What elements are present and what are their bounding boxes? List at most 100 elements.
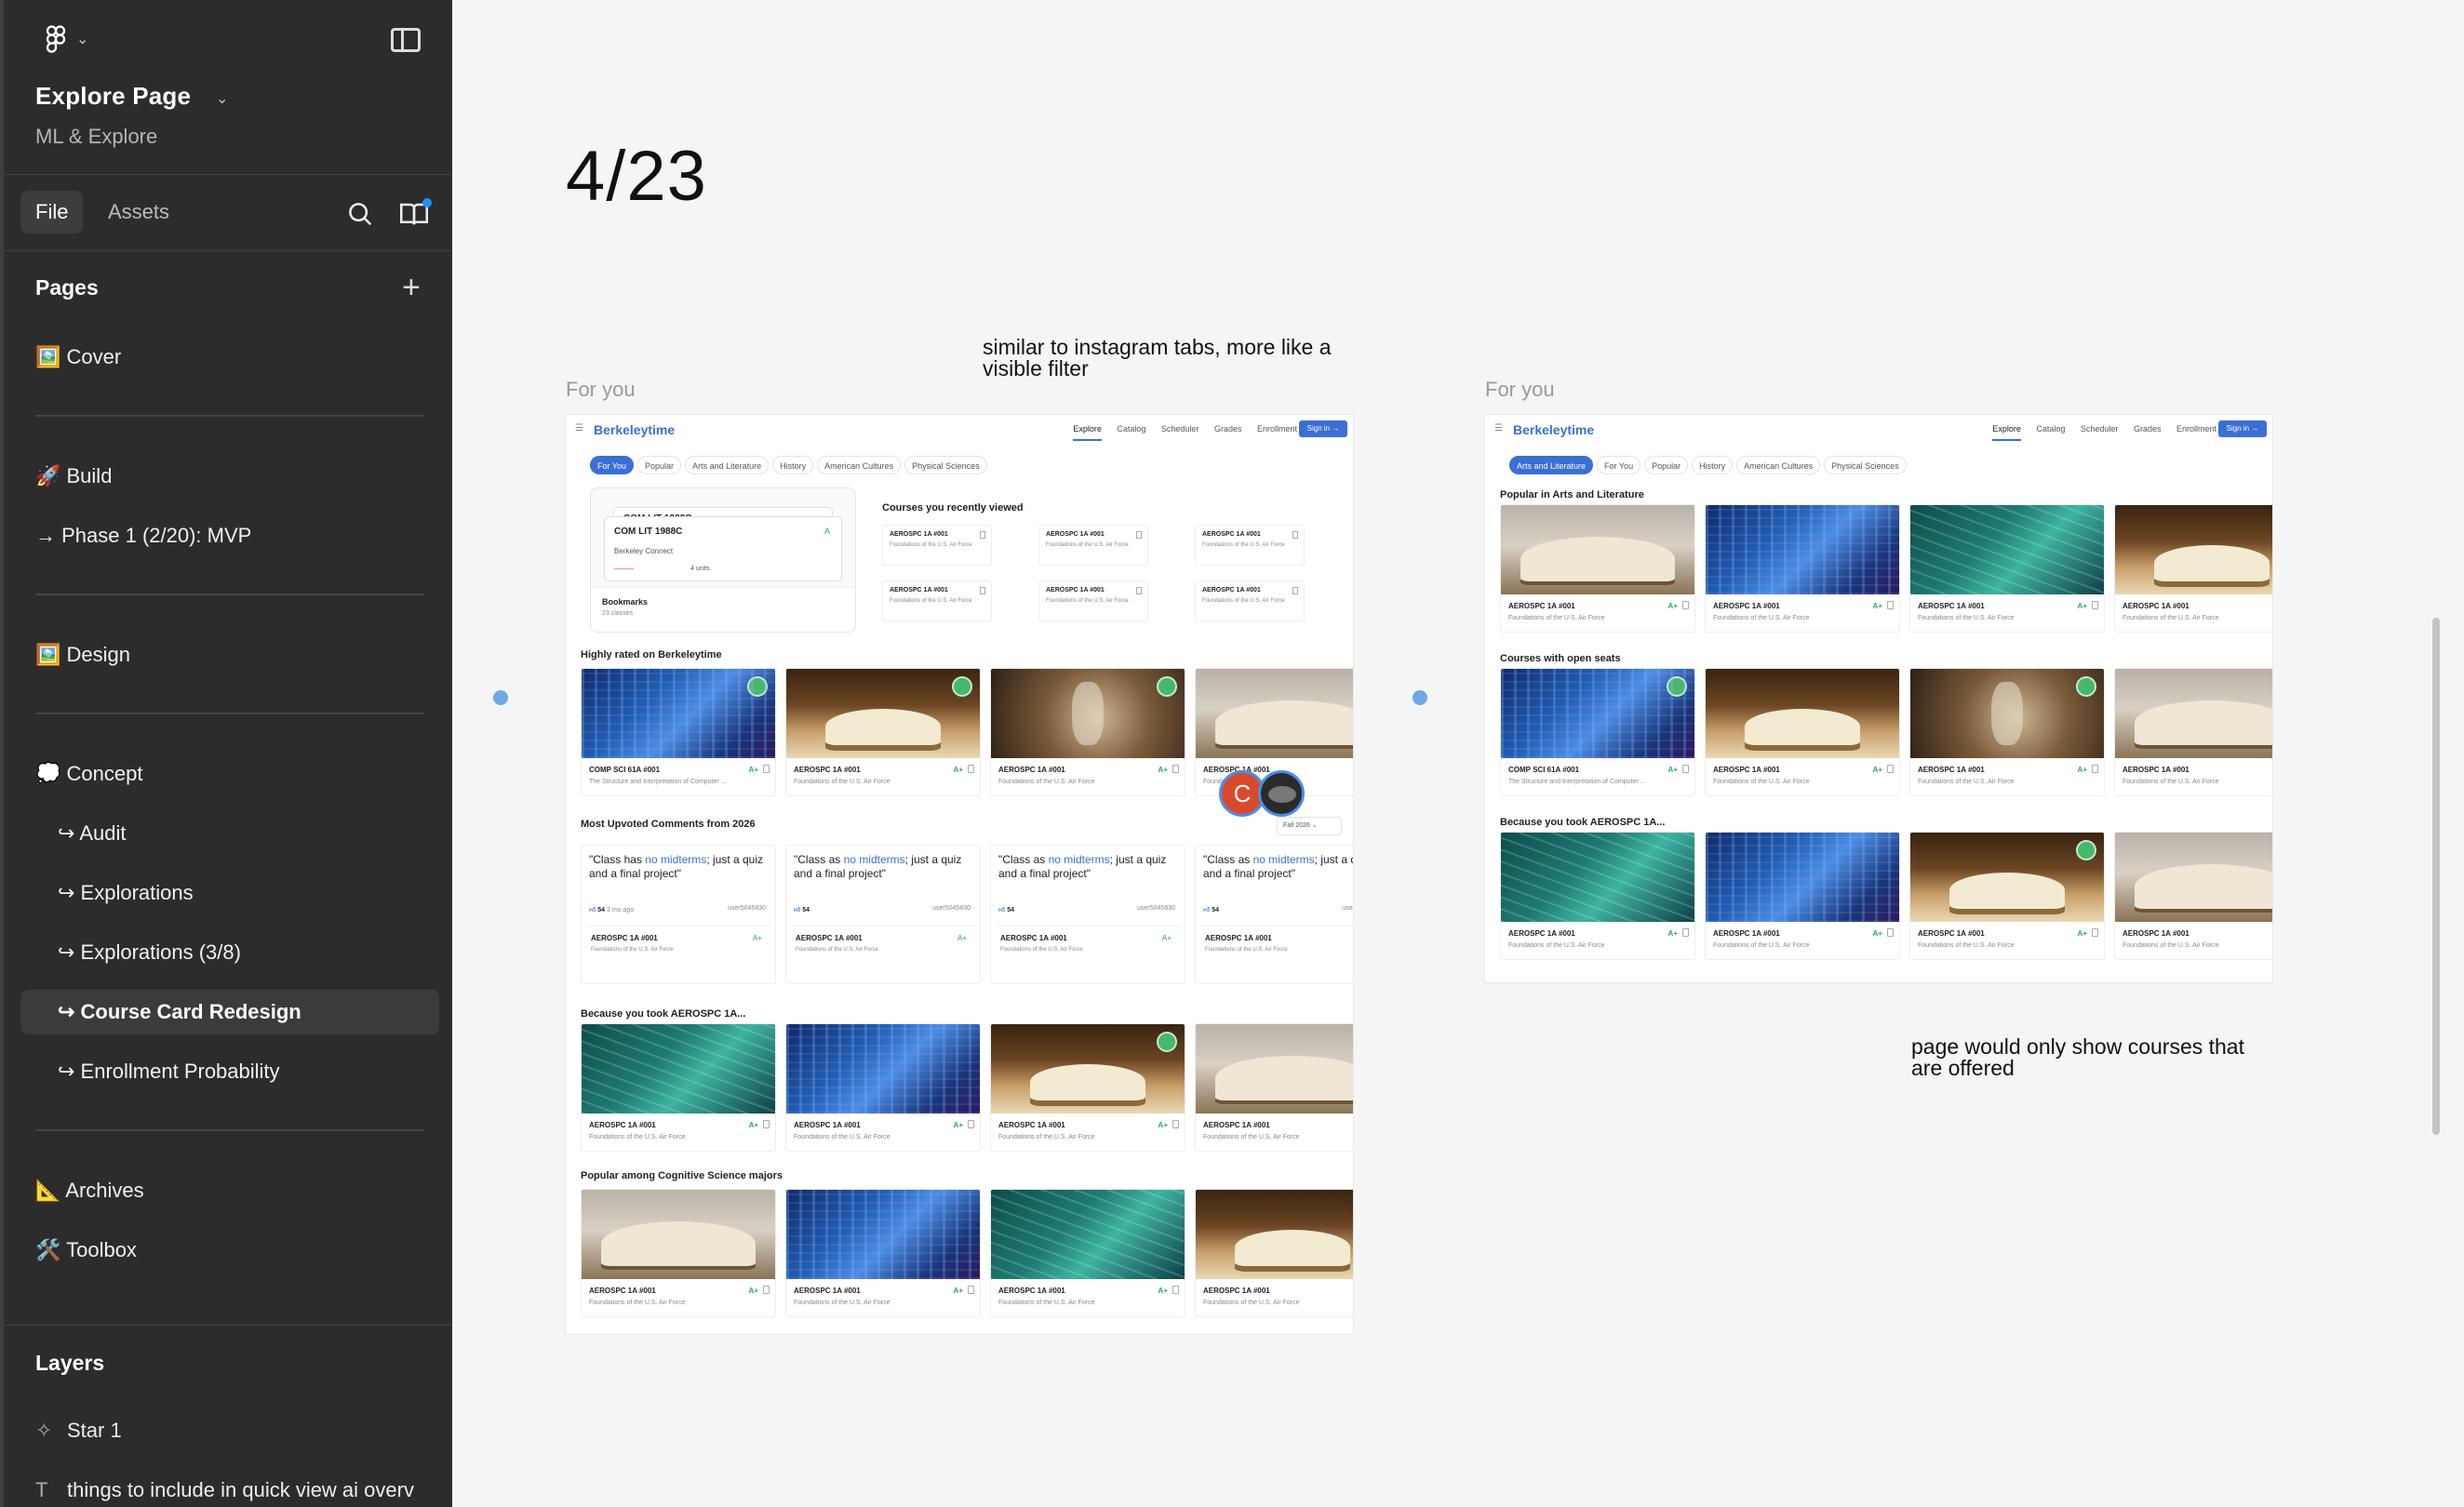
page-explorations-3-8[interactable]: ↪ Explorations (3/8) — [20, 930, 439, 975]
bookmark-icon[interactable] — [968, 1286, 974, 1294]
page-design[interactable]: 🖼️ Design — [20, 633, 439, 677]
bookmark-icon[interactable] — [1172, 1120, 1179, 1128]
comment-card[interactable]: "Class as no midterms; just a quiz and a… — [990, 845, 1185, 984]
sticky-note-tabs[interactable]: similar to instagram tabs, more like a v… — [983, 337, 1332, 380]
course-card[interactable]: AEROSPC 1A #001A+Foundations of the U.S.… — [1705, 668, 1900, 796]
page-audit[interactable]: ↪ Audit — [20, 811, 439, 856]
frame-label-left[interactable]: For you — [566, 378, 636, 402]
figma-logo-icon[interactable] — [37, 24, 74, 58]
course-card[interactable]: AEROSPC 1A #001A+Foundations of the U.S.… — [990, 668, 1185, 796]
nav-scheduler[interactable]: Scheduler — [1161, 424, 1199, 433]
bookmark-icon[interactable] — [2092, 765, 2098, 773]
thumbs-up-icon[interactable]: 👍︎ — [589, 907, 596, 914]
bookmark-icon[interactable] — [2092, 601, 2098, 609]
page-enrollment-probability[interactable]: ↪ Enrollment Probability — [20, 1049, 439, 1094]
course-card[interactable]: AEROSPC 1A #001A+Foundations of the U.S.… — [1500, 832, 1695, 960]
connector-dot[interactable] — [1413, 690, 1427, 705]
chip-for-you[interactable]: For You — [590, 456, 635, 474]
bookmark-icon[interactable] — [763, 1120, 770, 1128]
bookmark-icon[interactable] — [763, 765, 770, 773]
bookmark-icon[interactable] — [1682, 928, 1689, 937]
page-explorations[interactable]: ↪ Explorations — [20, 871, 439, 915]
project-name[interactable]: ML & Explore — [35, 125, 157, 149]
course-card[interactable]: AEROSPC 1A #001A+Foundations of the U.S.… — [1705, 832, 1900, 960]
chip-popular[interactable]: Popular — [637, 456, 682, 474]
design-canvas[interactable]: 4/23 similar to instagram tabs, more lik… — [452, 0, 2464, 1507]
recent-course-card[interactable]: AEROSPC 1A #001 Foundations of the U.S. A… — [1038, 525, 1148, 566]
bookmark-icon[interactable] — [763, 1286, 770, 1294]
course-card[interactable]: COMP SCI 61A #001 A+ The Structure and Int… — [581, 668, 776, 796]
course-card[interactable]: AEROSPC 1A #001A+Foundations of the U.S.… — [990, 1023, 1185, 1152]
recent-course-card[interactable]: AEROSPC 1A #001 Foundations of the U.S. A… — [1195, 525, 1305, 566]
layer-star-1[interactable]: ✧ Star 1 — [35, 1410, 452, 1451]
semester-select[interactable]: Fall 2026 ⌄ — [1277, 817, 1342, 835]
bookmark-icon[interactable] — [980, 587, 985, 594]
recent-course-card[interactable]: AEROSPC 1A #001 Foundations of the U.S. A… — [882, 525, 992, 566]
thumbs-up-icon[interactable]: 👍︎ — [998, 907, 1005, 914]
chip-physical-sciences[interactable]: Physical Sciences — [904, 456, 987, 474]
nav-enrollment[interactable]: Enrollment — [2176, 424, 2216, 433]
page-toolbox[interactable]: 🛠️ Toolbox — [20, 1228, 439, 1273]
file-title[interactable]: Explore Page — [35, 82, 191, 111]
bookmarks-widget[interactable]: COM LIT 1988C COM LIT 1988C A Berkeley C… — [590, 487, 856, 633]
date-heading[interactable]: 4/23 — [566, 136, 707, 217]
nav-explore[interactable]: Explore — [1073, 424, 1102, 441]
course-card[interactable]: AEROSPC 1A #001A+Foundations of the U.S.… — [785, 1189, 981, 1317]
connector-dot[interactable] — [493, 690, 508, 705]
chip-for-you[interactable]: For You — [1597, 456, 1641, 474]
course-card[interactable]: AEROSPC 1A #001A+Foundations of the U.S.… — [1909, 668, 2105, 796]
course-card[interactable]: AEROSPC 1A #001A+Foundations of the U.S.… — [1195, 1189, 1353, 1317]
nav-catalog[interactable]: Catalog — [2036, 424, 2065, 433]
thumbs-up-icon[interactable]: 👍︎ — [794, 907, 800, 914]
nav-enrollment[interactable]: Enrollment — [1257, 424, 1297, 433]
main-menu-chevron-icon[interactable]: ⌄ — [76, 30, 88, 48]
bookmark-icon[interactable] — [1172, 1286, 1179, 1294]
course-card[interactable]: COMP SCI 61A #001 A+ The Structure and Int… — [1500, 668, 1695, 796]
page-archives[interactable]: 📐 Archives — [20, 1168, 439, 1213]
chip-arts[interactable]: Arts and Literature — [1509, 456, 1594, 474]
bookmark-icon[interactable] — [1887, 765, 1894, 773]
layer-text[interactable]: Tthings to include in quick view ai over… — [35, 1470, 452, 1507]
add-page-icon[interactable]: + — [402, 272, 421, 303]
course-card[interactable]: AEROSPC 1A #001A+Foundations of the U.S.… — [581, 1023, 776, 1152]
course-card[interactable]: AEROSPC 1A #001A+Foundations of the U.S.… — [2114, 832, 2272, 960]
chip-popular[interactable]: Popular — [1644, 456, 1689, 474]
bookmark-icon[interactable] — [1682, 765, 1689, 773]
comment-card[interactable]: "Class as no midterms; just a quiz and a… — [785, 845, 981, 984]
course-card[interactable]: AEROSPC 1A #001A+Foundations of the U.S.… — [990, 1189, 1185, 1317]
bookmark-icon[interactable] — [1682, 601, 1689, 609]
chip-physical-sciences[interactable]: Physical Sciences — [1824, 456, 1907, 474]
recent-course-card[interactable]: AEROSPC 1A #001 Foundations of the U.S. A… — [1038, 580, 1148, 621]
recent-course-card[interactable]: AEROSPC 1A #001 Foundations of the U.S. A… — [1195, 580, 1305, 621]
chip-arts[interactable]: Arts and Literature — [685, 456, 770, 474]
toggle-sidebar-icon[interactable] — [391, 28, 421, 52]
menu-icon[interactable]: ☰ — [575, 423, 583, 433]
nav-explore[interactable]: Explore — [1992, 424, 2021, 441]
bookmark-icon[interactable] — [1172, 765, 1179, 773]
bookmark-icon[interactable] — [968, 1120, 974, 1128]
nav-catalog[interactable]: Catalog — [1117, 424, 1145, 433]
course-card[interactable]: AEROSPC 1A #001A+Foundations of the U.S.… — [1500, 504, 1695, 633]
page-build[interactable]: 🚀 Build — [20, 454, 439, 499]
bookmark-icon[interactable] — [1887, 601, 1894, 609]
page-course-card-redesign[interactable]: ↪ Course Card Redesign — [20, 990, 439, 1034]
nav-grades[interactable]: Grades — [2134, 424, 2162, 433]
brand-logo[interactable]: Berkeleytime — [1513, 422, 1594, 437]
comment-card[interactable]: "Class has no midterms; just a quiz and … — [581, 845, 776, 984]
page-cover[interactable]: 🖼️ Cover — [20, 335, 439, 380]
sign-in-button[interactable]: Sign in → — [1299, 420, 1347, 437]
chip-american-cultures[interactable]: American Cultures — [817, 456, 902, 474]
sign-in-button[interactable]: Sign in → — [2218, 420, 2267, 437]
frame-for-you-left[interactable]: ☰ Berkeleytime Explore Catalog Scheduler… — [566, 415, 1353, 1334]
course-card[interactable]: AEROSPC 1A #001A+Foundations of the U.S.… — [2114, 668, 2272, 796]
course-card[interactable]: AEROSPC 1A #001A+Foundations of the U.S.… — [785, 1023, 981, 1152]
bookmark-icon[interactable] — [1292, 531, 1298, 539]
recent-course-card[interactable]: AEROSPC 1A #001 Foundations of the U.S. A… — [882, 580, 992, 621]
bookmark-icon[interactable] — [1292, 587, 1298, 594]
collaborator-avatar-photo[interactable] — [1258, 770, 1305, 817]
frame-for-you-right[interactable]: ☰ Berkeleytime Explore Catalog Scheduler… — [1485, 415, 2272, 982]
tab-assets[interactable]: Assets — [93, 191, 184, 233]
chip-history[interactable]: History — [1692, 456, 1734, 474]
page-concept[interactable]: 💭 Concept — [20, 752, 439, 796]
course-card[interactable]: AEROSPC 1A #001A+Foundations of the U.S.… — [785, 668, 981, 796]
